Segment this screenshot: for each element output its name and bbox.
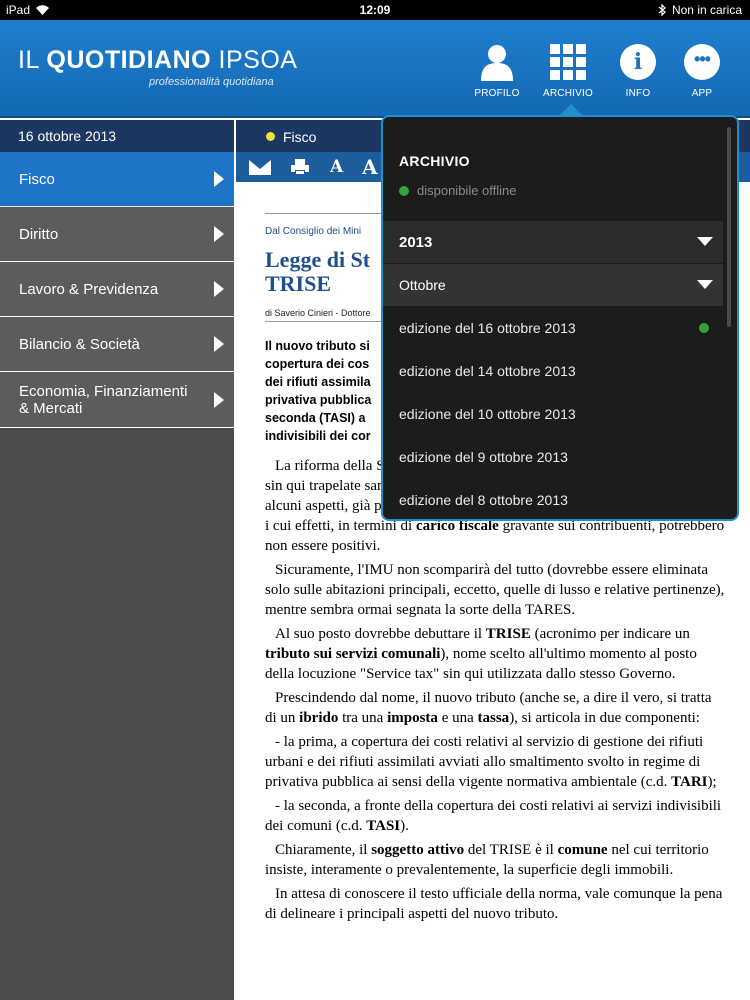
article-paragraph: In attesa di conoscere il testo ufficial… [265, 886, 723, 922]
nav-info-label: INFO [625, 88, 651, 99]
sidebar-item-label: Diritto [19, 225, 59, 243]
article-body: La riforma della Stabilità di quest'a pe… [265, 456, 725, 928]
edition-label: edizione del 8 ottobre 2013 [399, 492, 568, 508]
nav-app[interactable]: ••• APP [672, 42, 732, 99]
archive-title: ARCHIVIO [399, 153, 470, 169]
article-abstract: Il nuovo tributo si copertura dei cos de… [265, 339, 372, 443]
chevron-right-icon [214, 281, 224, 297]
article-author: di Saverio Cinieri - Dottore [265, 308, 371, 318]
nav-archivio[interactable]: ARCHIVIO [538, 42, 598, 99]
battery-status: Non in carica [671, 3, 742, 17]
article-paragraph: Al suo posto dovrebbe debuttare il TRISE… [265, 626, 697, 682]
more-icon: ••• [684, 44, 720, 80]
chevron-right-icon [214, 171, 224, 187]
status-bar: iPad 12:09 Non in carica [0, 0, 750, 20]
month-select[interactable]: Ottobre [383, 264, 723, 306]
printer-icon [291, 159, 309, 175]
offline-dot-icon [399, 185, 409, 196]
edition-item[interactable]: edizione del 8 ottobre 2013 [383, 479, 723, 519]
article-paragraph: - la seconda, a fronte della copertura d… [265, 798, 722, 834]
nav-archivio-label: ARCHIVIO [543, 88, 593, 99]
brand-logo: IL QUOTIDIANO IPSOA professionalità quot… [18, 46, 298, 88]
article-paragraph: - la prima, a copertura dei costi relati… [265, 734, 717, 790]
edition-label: edizione del 10 ottobre 2013 [399, 406, 576, 422]
offline-dot-icon [699, 323, 709, 333]
offline-legend: disponibile offline [399, 183, 517, 198]
year-select[interactable]: 2013 [383, 221, 723, 263]
edition-item[interactable]: edizione del 14 ottobre 2013 [383, 350, 723, 392]
archive-popover: ARCHIVIO disponibile offline 2013 Ottobr… [381, 115, 739, 521]
sidebar-item-lavoro-previdenza[interactable]: Lavoro & Previdenza [0, 262, 234, 317]
font-increase-button[interactable]: A [362, 155, 378, 179]
sidebar-item-label: Lavoro & Previdenza [19, 280, 159, 298]
brand-tagline: professionalità quotidiana [149, 76, 274, 88]
edition-label: edizione del 9 ottobre 2013 [399, 449, 568, 465]
sidebar-item-fisco[interactable]: Fisco [0, 152, 234, 207]
chevron-down-icon [697, 237, 713, 246]
edition-item[interactable]: edizione del 10 ottobre 2013 [383, 393, 723, 435]
chevron-right-icon [214, 336, 224, 352]
sidebar: Fisco Diritto Lavoro & Previdenza Bilanc… [0, 152, 234, 1000]
sidebar-item-diritto[interactable]: Diritto [0, 207, 234, 262]
chevron-right-icon [214, 226, 224, 242]
offline-legend-label: disponibile offline [417, 183, 517, 198]
sidebar-item-label: Fisco [19, 170, 55, 188]
sidebar-item-economia[interactable]: Economia, Finanziamenti & Mercati [0, 372, 234, 428]
article-source: Dal Consiglio dei Mini [265, 226, 362, 237]
edition-item[interactable]: edizione del 16 ottobre 2013 [383, 307, 723, 349]
edition-item[interactable]: edizione del 9 ottobre 2013 [383, 436, 723, 478]
sidebar-item-label: Bilancio & Società [19, 335, 140, 353]
chevron-right-icon [214, 391, 224, 408]
brand-quotidiano: QUOTIDIANO [46, 46, 212, 74]
year-value: 2013 [399, 233, 433, 251]
grid-icon [538, 42, 598, 82]
nav-app-label: APP [691, 88, 713, 99]
article-paragraph: Chiaramente, il soggetto attivo del TRIS… [265, 842, 709, 878]
email-button[interactable] [249, 157, 271, 177]
sidebar-item-label: Economia, Finanziamenti & Mercati [19, 382, 188, 417]
status-time: 12:09 [359, 3, 391, 17]
nav-info[interactable]: i INFO [608, 42, 668, 99]
article-paragraph: Prescindendo dal nome, il nuovo tributo … [265, 690, 712, 726]
edition-date: 16 ottobre 2013 [0, 120, 234, 152]
sidebar-item-bilancio-societa[interactable]: Bilancio & Società [0, 317, 234, 372]
section-dot-icon [266, 132, 275, 141]
person-icon [467, 42, 527, 82]
font-decrease-button[interactable]: A [330, 157, 343, 177]
bluetooth-icon [658, 3, 666, 17]
section-title: Fisco [283, 129, 317, 145]
brand-ipsoa: IPSOA [211, 46, 298, 74]
month-value: Ottobre [399, 277, 446, 293]
edition-label: edizione del 16 ottobre 2013 [399, 320, 576, 336]
scrollbar[interactable] [727, 127, 731, 327]
envelope-icon [249, 159, 271, 175]
nav-profilo[interactable]: PROFILO [467, 42, 527, 99]
brand-il: IL [18, 46, 47, 74]
nav-profilo-label: PROFILO [474, 88, 520, 99]
article-paragraph: Sicuramente, l'IMU non scomparirà del tu… [265, 562, 725, 618]
chevron-down-icon [697, 280, 713, 289]
info-icon: i [620, 44, 656, 80]
article-title: Legge di St TRISE [265, 247, 371, 296]
edition-label: edizione del 14 ottobre 2013 [399, 363, 576, 379]
print-button[interactable] [291, 157, 309, 177]
app-header: IL QUOTIDIANO IPSOA professionalità quot… [0, 20, 750, 118]
